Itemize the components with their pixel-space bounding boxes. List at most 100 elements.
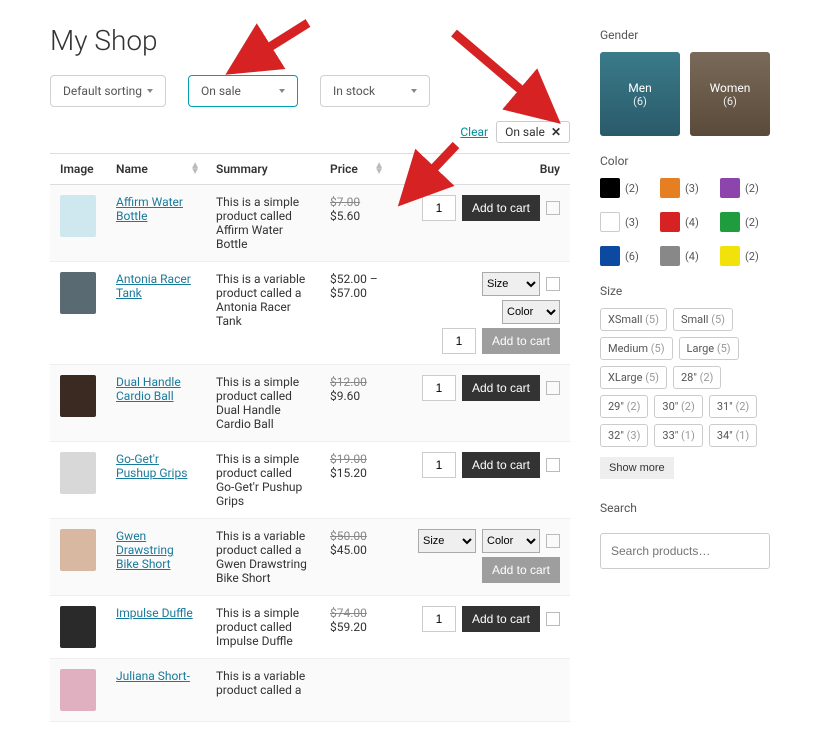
gender-card-men-count: (6) — [633, 95, 647, 108]
size-tag[interactable]: Small (5) — [673, 308, 733, 331]
annotation-arrow — [444, 28, 564, 128]
product-thumb[interactable] — [60, 606, 96, 648]
qty-input[interactable] — [422, 452, 456, 478]
select-checkbox[interactable] — [546, 201, 560, 215]
size-tag-count: (5) — [645, 313, 659, 326]
add-to-cart-button[interactable]: Add to cart — [462, 375, 540, 401]
size-tag[interactable]: 32" (3) — [600, 424, 648, 447]
add-to-cart-button[interactable]: Add to cart — [462, 452, 540, 478]
select-checkbox[interactable] — [546, 534, 560, 548]
caret-down-icon — [147, 89, 153, 93]
product-summary: This is a simple product called Impulse … — [206, 596, 320, 659]
size-tag[interactable]: Large (5) — [679, 337, 739, 360]
size-tag-label: XLarge — [608, 371, 642, 384]
product-price: $74.00$59.20 — [320, 596, 390, 659]
add-to-cart-button[interactable]: Add to cart — [482, 328, 560, 354]
add-to-cart-button[interactable]: Add to cart — [462, 606, 540, 632]
qty-input[interactable] — [422, 375, 456, 401]
product-thumb[interactable] — [60, 375, 96, 417]
gender-card-women[interactable]: Women (6) — [690, 52, 770, 136]
swatch-count: (2) — [745, 182, 759, 195]
size-tag[interactable]: XSmall (5) — [600, 308, 667, 331]
color-swatch[interactable]: (2) — [720, 212, 762, 232]
size-tag[interactable]: Medium (5) — [600, 337, 673, 360]
gender-card-women-label: Women — [710, 81, 751, 95]
caret-down-icon — [279, 89, 285, 93]
product-summary: This is a variable product called a — [206, 659, 320, 722]
color-swatch[interactable]: (2) — [720, 246, 762, 266]
variant-size-select[interactable]: Size — [418, 529, 476, 553]
product-name-link[interactable]: Go-Get'r Pushup Grips — [116, 452, 187, 480]
size-tag-count: (5) — [645, 371, 659, 384]
color-swatch[interactable]: (3) — [660, 178, 702, 198]
gender-heading: Gender — [600, 28, 770, 42]
product-name-link[interactable]: Juliana Short- — [116, 669, 190, 683]
product-thumb[interactable] — [60, 195, 96, 237]
color-swatch[interactable]: (3) — [600, 212, 642, 232]
table-row: Impulse Duffle This is a simple product … — [50, 596, 570, 659]
annotation-arrow — [223, 18, 313, 78]
product-summary: This is a variable product called a Gwen… — [206, 519, 320, 596]
product-name-link[interactable]: Affirm Water Bottle — [116, 195, 183, 223]
color-swatch[interactable]: (4) — [660, 246, 702, 266]
sort-select[interactable]: Default sorting — [50, 75, 166, 107]
table-row: Gwen Drawstring Bike Short This is a var… — [50, 519, 570, 596]
caret-down-icon — [411, 89, 417, 93]
product-thumb[interactable] — [60, 669, 96, 711]
sale-select-label: On sale — [201, 84, 241, 98]
product-summary: This is a simple product called Dual Han… — [206, 365, 320, 442]
variant-color-select[interactable]: Color — [502, 300, 560, 324]
swatch-icon — [660, 212, 680, 232]
size-tag[interactable]: 30" (2) — [654, 395, 702, 418]
color-swatch[interactable]: (6) — [600, 246, 642, 266]
swatch-count: (3) — [685, 182, 699, 195]
size-tag[interactable]: 34" (1) — [709, 424, 757, 447]
sale-select[interactable]: On sale — [188, 75, 298, 107]
col-price[interactable]: Price▲▼ — [320, 154, 390, 185]
swatch-icon — [600, 246, 620, 266]
size-tag[interactable]: 28" (2) — [673, 366, 721, 389]
show-more-button[interactable]: Show more — [600, 457, 674, 479]
add-to-cart-button[interactable]: Add to cart — [462, 195, 540, 221]
size-tag-label: Large — [687, 342, 715, 355]
qty-input[interactable] — [442, 328, 476, 354]
col-name[interactable]: Name▲▼ — [106, 154, 206, 185]
size-tag[interactable]: 31" (2) — [709, 395, 757, 418]
select-checkbox[interactable] — [546, 381, 560, 395]
select-checkbox[interactable] — [546, 458, 560, 472]
size-tag-label: 33" — [662, 429, 678, 442]
product-thumb[interactable] — [60, 529, 96, 571]
search-input[interactable] — [600, 533, 770, 569]
product-thumb[interactable] — [60, 272, 96, 314]
size-tag-count: (2) — [735, 400, 749, 413]
add-to-cart-button[interactable]: Add to cart — [482, 557, 560, 583]
product-price: $19.00$15.20 — [320, 442, 390, 519]
product-thumb[interactable] — [60, 452, 96, 494]
size-tag-label: 34" — [717, 429, 733, 442]
size-tag[interactable]: 29" (2) — [600, 395, 648, 418]
size-tag[interactable]: 33" (1) — [654, 424, 702, 447]
select-checkbox[interactable] — [546, 277, 560, 291]
size-tag-label: 30" — [662, 400, 678, 413]
color-swatch[interactable]: (4) — [660, 212, 702, 232]
product-price: $52.00 – $57.00 — [320, 262, 390, 365]
color-swatch[interactable]: (2) — [600, 178, 642, 198]
swatch-count: (6) — [625, 250, 639, 263]
product-name-link[interactable]: Impulse Duffle — [116, 606, 193, 620]
gender-card-men[interactable]: Men (6) — [600, 52, 680, 136]
variant-size-select[interactable]: Size — [482, 272, 540, 296]
product-name-link[interactable]: Antonia Racer Tank — [116, 272, 191, 300]
product-name-link[interactable]: Dual Handle Cardio Ball — [116, 375, 181, 403]
size-tag-count: (1) — [681, 429, 695, 442]
qty-input[interactable] — [422, 606, 456, 632]
size-tag-count: (3) — [627, 429, 641, 442]
variant-color-select[interactable]: Color — [482, 529, 540, 553]
size-tag-count: (2) — [700, 371, 714, 384]
swatch-icon — [600, 178, 620, 198]
select-checkbox[interactable] — [546, 612, 560, 626]
color-swatch[interactable]: (2) — [720, 178, 762, 198]
size-tag-label: Medium — [608, 342, 648, 355]
stock-select[interactable]: In stock — [320, 75, 430, 107]
product-name-link[interactable]: Gwen Drawstring Bike Short — [116, 529, 174, 571]
size-tag[interactable]: XLarge (5) — [600, 366, 667, 389]
